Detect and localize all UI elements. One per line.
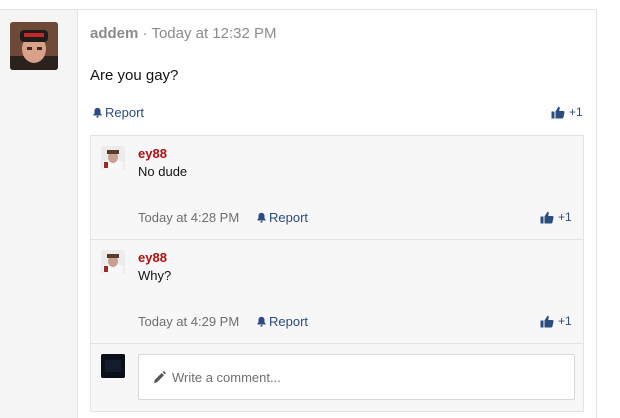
- bell-icon: [257, 316, 266, 327]
- post-header-separator: ·: [142, 25, 148, 42]
- comment-like-button[interactable]: +1: [540, 314, 572, 328]
- comments-section: ey88 No dude Today at 4:28 PM Report +1: [90, 135, 584, 412]
- thumbs-up-icon: [551, 106, 565, 118]
- comment-timestamp[interactable]: Today at 4:28 PM: [138, 210, 239, 225]
- comment-author-avatar[interactable]: [101, 146, 125, 170]
- comment-report-label: Report: [269, 210, 309, 225]
- post-author-avatar[interactable]: [10, 22, 58, 70]
- post-report-link[interactable]: Report: [92, 105, 144, 120]
- current-user-avatar: [101, 354, 125, 378]
- comment-item: ey88 Why? Today at 4:29 PM Report +1: [91, 240, 583, 344]
- comment-like-button[interactable]: +1: [540, 210, 572, 224]
- comment-text: No dude: [138, 164, 188, 179]
- write-comment-input[interactable]: Write a comment...: [138, 354, 575, 400]
- write-comment-row: Write a comment...: [91, 344, 583, 413]
- comment-like-count: +1: [558, 314, 572, 328]
- comment-author-avatar[interactable]: [101, 250, 125, 274]
- comment-like-count: +1: [558, 210, 572, 224]
- post-like-button[interactable]: +1: [551, 105, 583, 119]
- post-main-column: addem · Today at 12:32 PM Are you gay? R…: [79, 10, 596, 418]
- comment-item: ey88 No dude Today at 4:28 PM Report +1: [91, 136, 583, 240]
- comment-report-link[interactable]: Report: [256, 314, 308, 329]
- comment-timestamp[interactable]: Today at 4:29 PM: [138, 314, 239, 329]
- post-timestamp[interactable]: Today at 12:32 PM: [151, 25, 276, 42]
- post-header: addem · Today at 12:32 PM: [90, 25, 277, 42]
- pencil-icon: [154, 370, 166, 383]
- post-user-column: [0, 10, 78, 418]
- bell-icon: [93, 107, 102, 118]
- post-report-label: Report: [105, 105, 145, 120]
- comment-report-label: Report: [269, 314, 309, 329]
- post-container: addem · Today at 12:32 PM Are you gay? R…: [0, 9, 597, 418]
- comment-author-name[interactable]: ey88: [138, 250, 167, 265]
- comment-report-link[interactable]: Report: [256, 210, 308, 225]
- post-message: Are you gay?: [90, 67, 179, 84]
- thumbs-up-icon: [540, 315, 554, 327]
- comment-author-name[interactable]: ey88: [138, 146, 167, 161]
- post-like-count: +1: [569, 105, 583, 119]
- write-comment-placeholder: Write a comment...: [172, 369, 281, 385]
- thumbs-up-icon: [540, 211, 554, 223]
- post-author-name[interactable]: addem: [90, 25, 138, 42]
- bell-icon: [257, 212, 266, 223]
- comment-text: Why?: [138, 268, 172, 283]
